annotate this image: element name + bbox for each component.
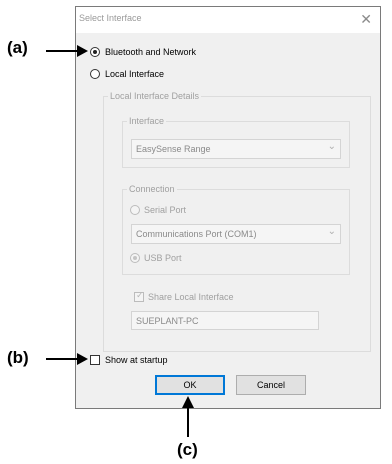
arrow-c <box>182 396 194 437</box>
figure-stage: Select Interface ✕ Bluetooth and Network… <box>0 0 392 464</box>
arrow-a <box>46 45 88 57</box>
arrow-b <box>46 353 88 365</box>
callout-arrows <box>46 45 194 437</box>
